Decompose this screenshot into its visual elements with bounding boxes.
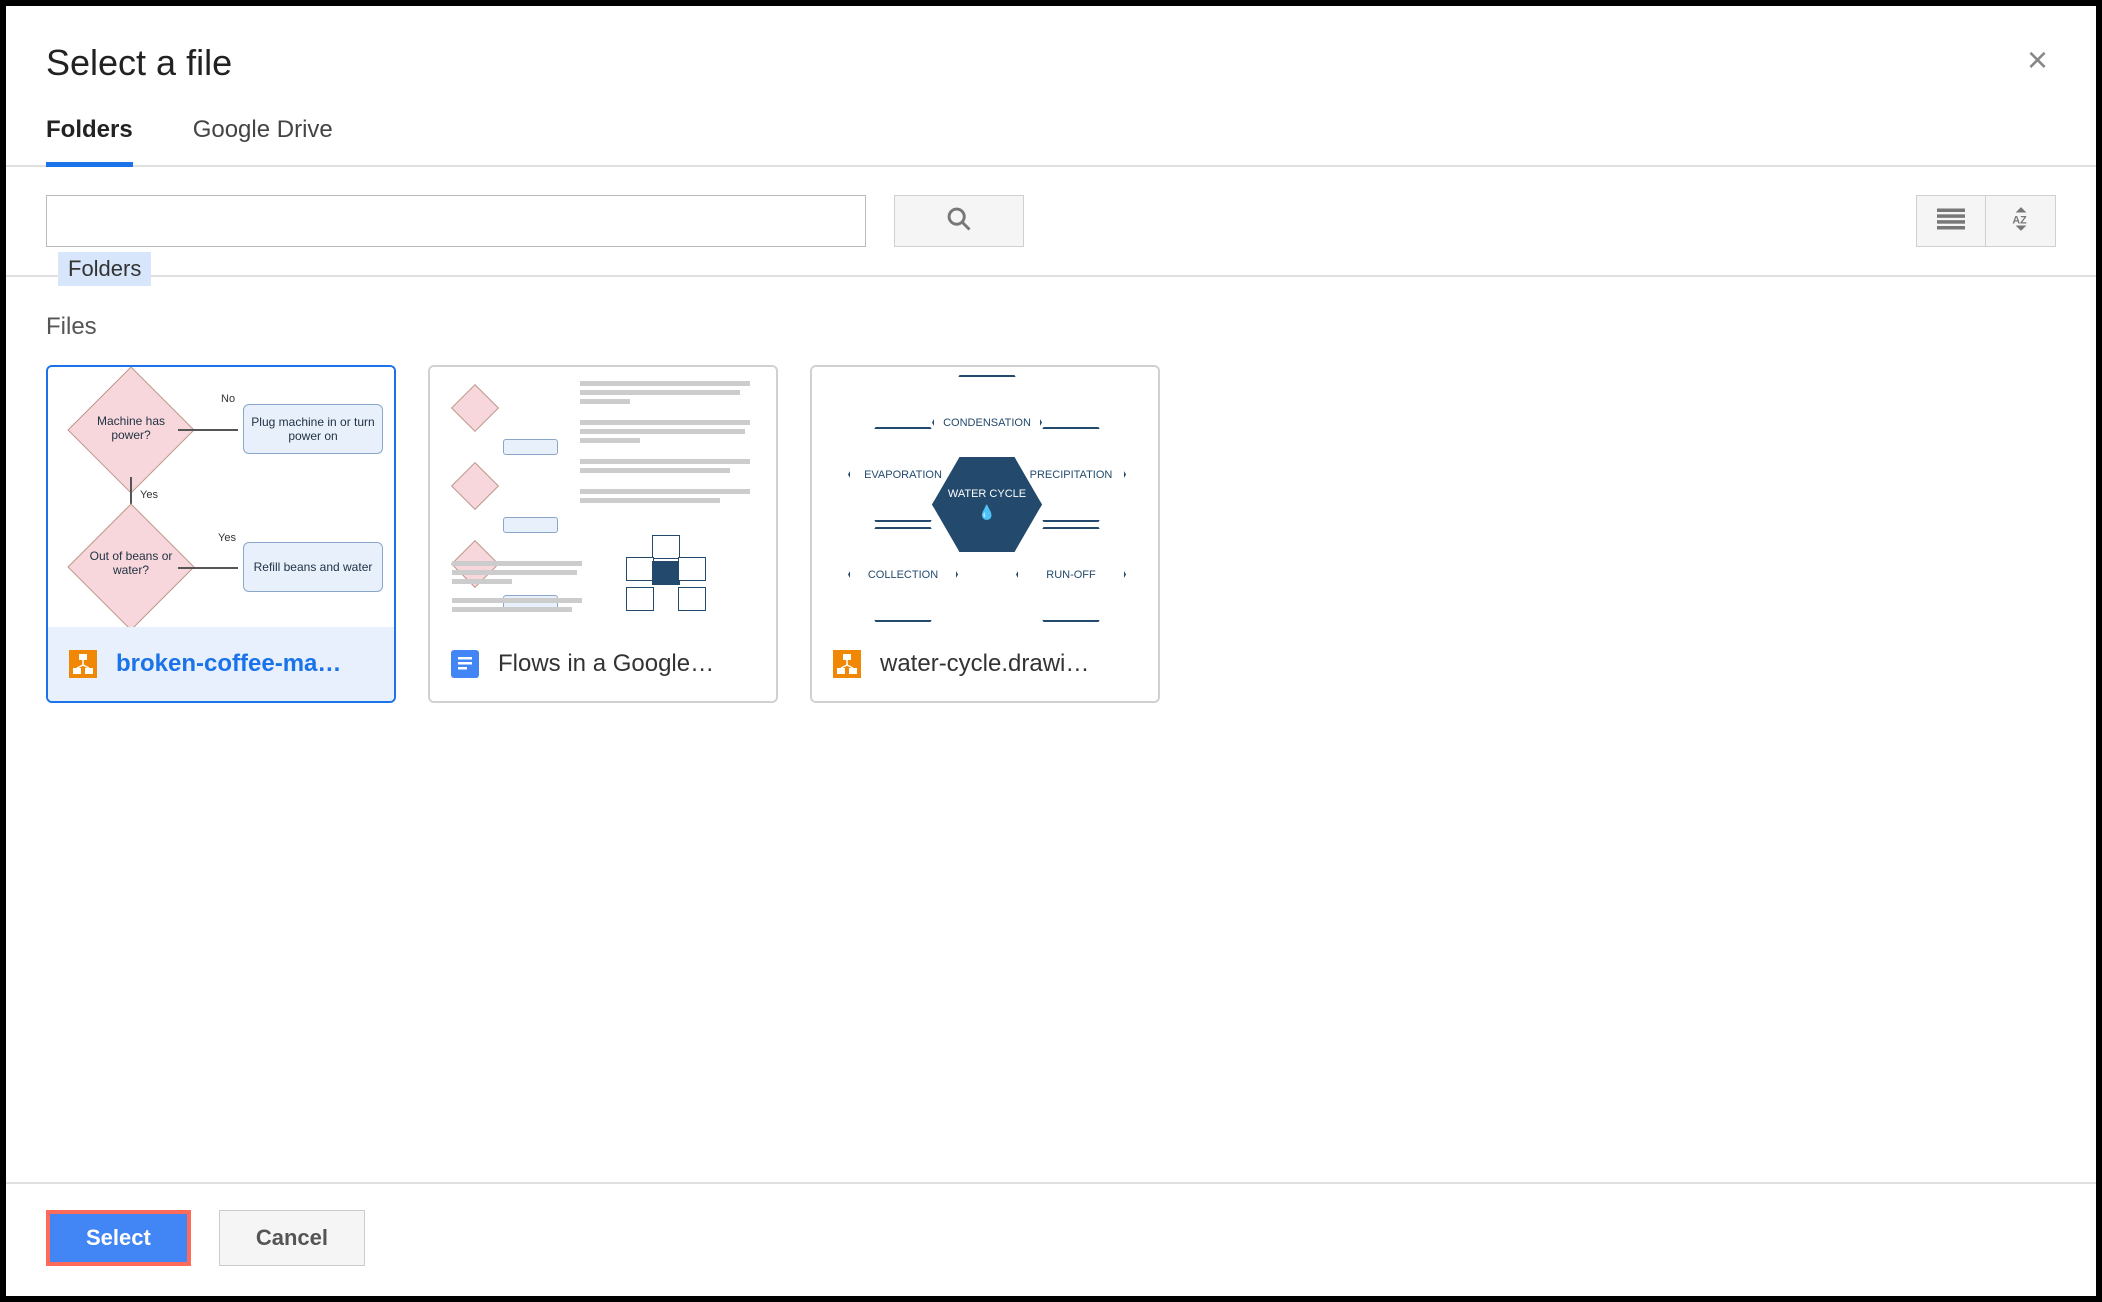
file-name: broken-coffee-ma… (116, 650, 374, 678)
view-controls: AZ (1916, 195, 2056, 247)
file-thumbnail (430, 367, 776, 627)
file-thumbnail: Machine has power? No Plug machine in or… (48, 367, 394, 627)
file-picker-dialog: Select a file × Folders Google Drive Fol… (6, 6, 2096, 1296)
cancel-button[interactable]: Cancel (219, 1210, 365, 1266)
sort-az-button[interactable]: AZ (1986, 195, 2056, 247)
dialog-header: Select a file × (6, 6, 2096, 84)
search-chip[interactable]: Folders (58, 252, 151, 286)
files-grid: Machine has power? No Plug machine in or… (6, 365, 2096, 703)
list-icon (1937, 208, 1965, 235)
search-icon (945, 205, 973, 238)
file-thumbnail: CONDENSATION EVAPORATION PRECIPITATION W… (812, 367, 1158, 627)
drawio-icon (832, 649, 862, 679)
file-card-flows-gdoc[interactable]: Flows in a Google… (428, 365, 778, 703)
tab-folders[interactable]: Folders (46, 116, 133, 167)
section-label-files: Files (6, 277, 2096, 365)
select-button[interactable]: Select (46, 1210, 191, 1266)
file-card-water-cycle[interactable]: CONDENSATION EVAPORATION PRECIPITATION W… (810, 365, 1160, 703)
close-icon[interactable]: × (2019, 42, 2056, 78)
list-view-button[interactable] (1916, 195, 1986, 247)
toolbar: Folders (6, 167, 2096, 277)
tab-google-drive[interactable]: Google Drive (193, 116, 333, 165)
file-name: Flows in a Google… (498, 650, 756, 678)
file-name: water-cycle.drawi… (880, 650, 1138, 678)
drawio-icon (68, 649, 98, 679)
sort-icon: AZ (2007, 207, 2035, 236)
gdoc-icon (450, 649, 480, 679)
search-input[interactable] (46, 195, 866, 247)
dialog-footer: Select Cancel (6, 1182, 2096, 1296)
file-card-broken-coffee[interactable]: Machine has power? No Plug machine in or… (46, 365, 396, 703)
search-button[interactable] (894, 195, 1024, 247)
dialog-title: Select a file (46, 42, 232, 84)
tabs: Folders Google Drive (6, 84, 2096, 167)
svg-text:AZ: AZ (2012, 214, 2027, 226)
